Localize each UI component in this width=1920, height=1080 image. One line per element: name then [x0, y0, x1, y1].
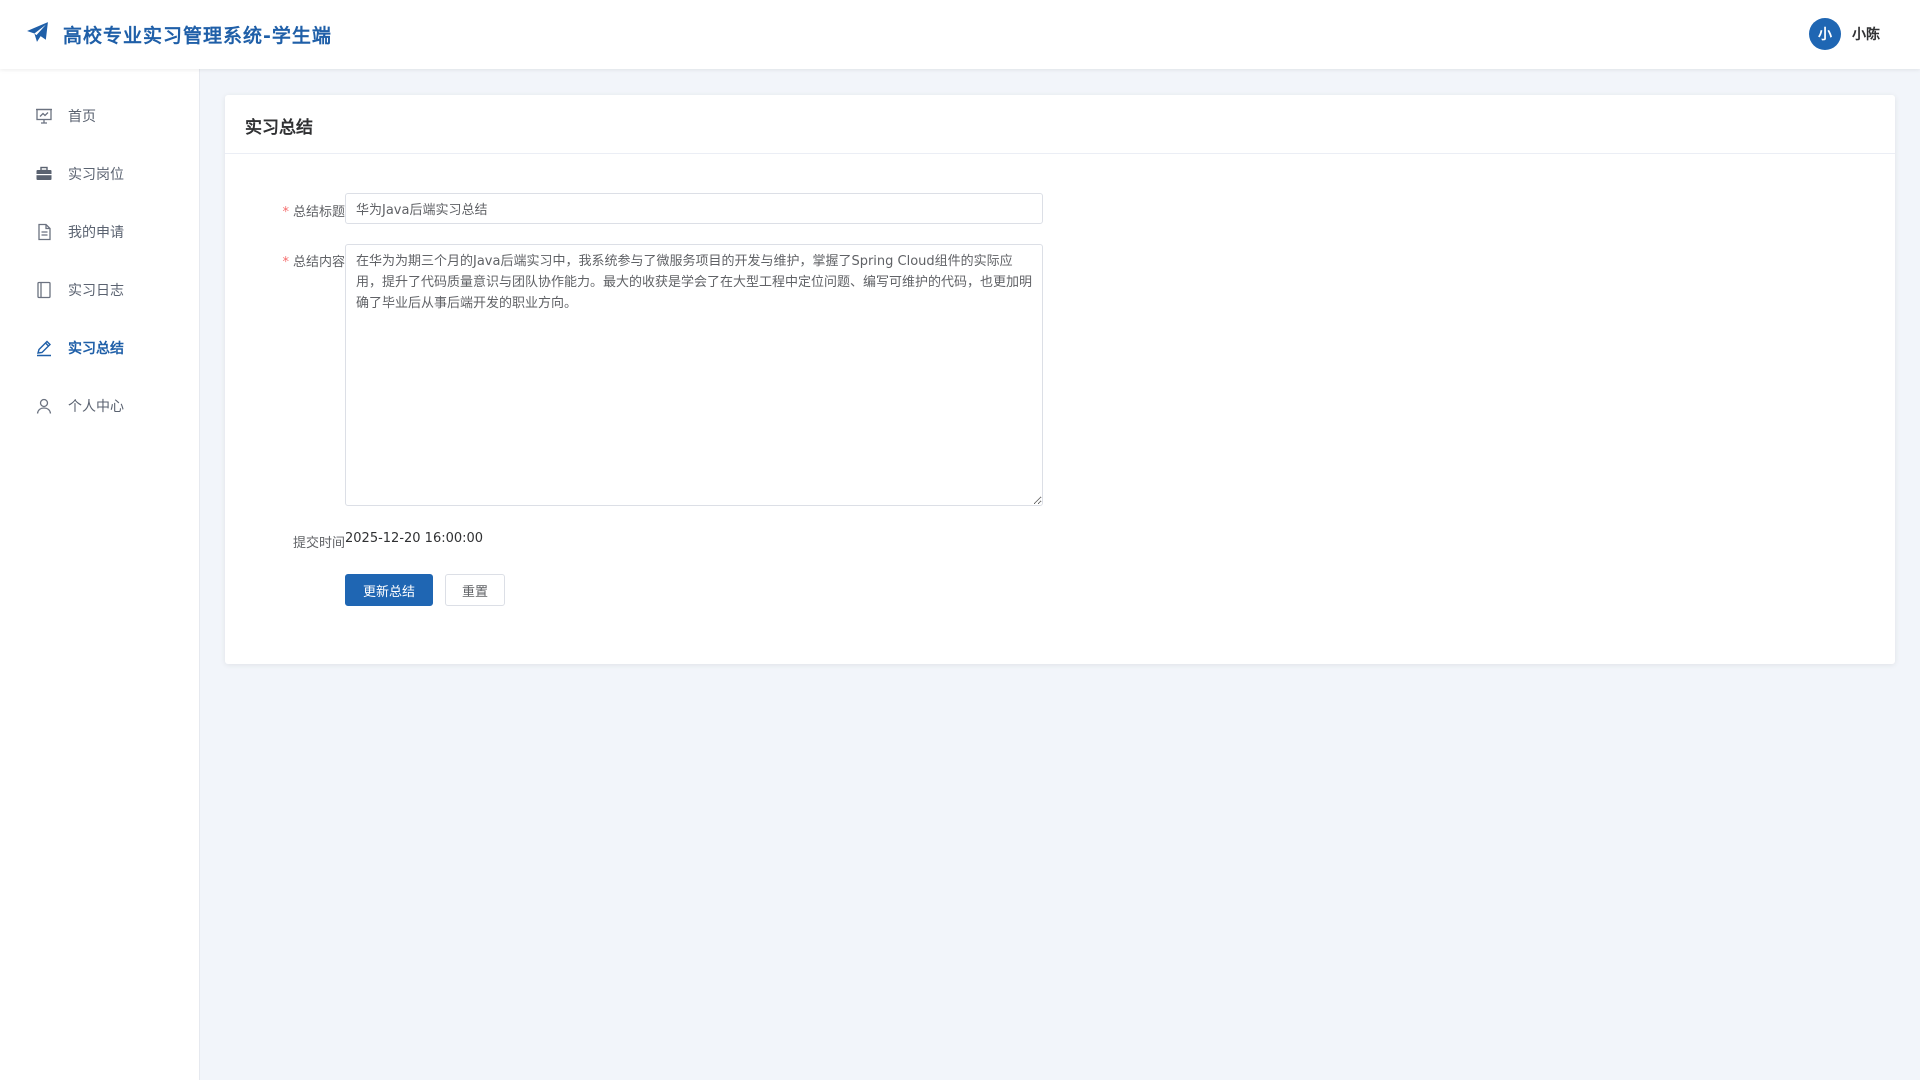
briefcase-icon: [35, 165, 53, 183]
required-mark: *: [282, 255, 289, 270]
sidebar: 首页 实习岗位 我的申请 实习日志 实习总结 个人中心: [0, 69, 200, 1080]
sidebar-item-logs[interactable]: 实习日志: [0, 261, 199, 319]
sidebar-item-label: 实习岗位: [68, 167, 124, 183]
app-title: 高校专业实习管理系统-学生端: [63, 25, 332, 47]
edit-pen-icon: [35, 339, 53, 357]
sidebar-item-home[interactable]: 首页: [0, 87, 199, 145]
reset-button[interactable]: 重置: [445, 574, 505, 606]
sidebar-item-label: 个人中心: [68, 399, 124, 415]
sidebar-item-label: 我的申请: [68, 225, 124, 241]
username[interactable]: 小陈: [1852, 24, 1880, 44]
summary-content-label: * 总结内容: [282, 255, 345, 270]
sidebar-item-profile[interactable]: 个人中心: [0, 377, 199, 435]
summary-title-input[interactable]: [345, 193, 1043, 224]
submit-time-value: 2025-12-20 16:00:00: [345, 531, 484, 546]
presentation-icon: [35, 107, 53, 125]
sidebar-item-positions[interactable]: 实习岗位: [0, 145, 199, 203]
summary-content-textarea[interactable]: 在华为为期三个月的Java后端实习中，我系统参与了微服务项目的开发与维护，掌握了…: [345, 244, 1043, 506]
submit-time-label: 提交时间: [292, 536, 345, 551]
sidebar-item-label: 实习日志: [68, 283, 124, 299]
user-icon: [35, 397, 53, 415]
top-header: 高校专业实习管理系统-学生端 小 小陈: [0, 0, 1920, 69]
document-icon: [35, 223, 53, 241]
avatar[interactable]: 小: [1809, 18, 1841, 50]
required-mark: *: [282, 205, 289, 220]
sidebar-item-label: 首页: [68, 109, 96, 125]
sidebar-item-label: 实习总结: [68, 341, 124, 357]
page-title: 实习总结: [245, 118, 313, 138]
summary-title-label: * 总结标题: [282, 205, 345, 220]
user-menu[interactable]: 小 小陈: [1809, 18, 1880, 50]
brand[interactable]: 高校专业实习管理系统-学生端: [25, 20, 332, 49]
summary-card: 实习总结 *总结标题 *总结内容 在华为为期三个月的Java后端实习中，我系统参…: [225, 95, 1895, 664]
notebook-icon: [35, 281, 53, 299]
paper-plane-icon: [25, 20, 50, 49]
card-header: 实习总结: [225, 95, 1895, 154]
sidebar-item-applications[interactable]: 我的申请: [0, 203, 199, 261]
sidebar-item-summary[interactable]: 实习总结: [0, 319, 199, 377]
update-summary-button[interactable]: 更新总结: [345, 574, 433, 606]
